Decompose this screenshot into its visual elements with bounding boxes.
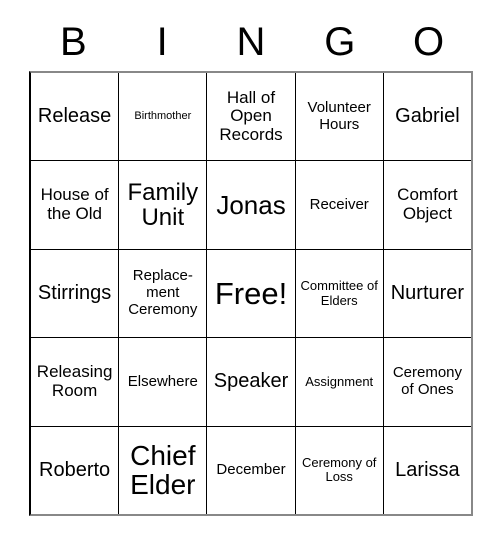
bingo-cell-label: December	[216, 460, 286, 478]
bingo-cell-label: Stirrings	[37, 281, 112, 304]
bingo-cell-label: Elsewhere	[127, 372, 198, 390]
bingo-cell-g2[interactable]: Receiver	[294, 161, 383, 249]
bingo-cell-b5[interactable]: Roberto	[31, 426, 119, 515]
bingo-cell-label: Volunteer Hours	[307, 98, 371, 133]
bingo-cell-o5[interactable]: Larissa	[382, 426, 472, 515]
bingo-cell-label: Speaker	[213, 370, 289, 393]
bingo-cell-label: Assignment	[305, 373, 374, 389]
bingo-card: B I N G O Release Birthmother Hall of Op…	[0, 0, 500, 544]
bingo-cell-label: Comfort Object	[397, 185, 458, 224]
bingo-cell-label: Family Unit	[127, 178, 199, 232]
bingo-row-2: House of the Old Family Unit Jonas Recei…	[31, 160, 472, 249]
bingo-cell-i3[interactable]: Replace-ment Ceremony	[118, 249, 207, 338]
header-letter-o: O	[413, 20, 445, 64]
bingo-cell-b2[interactable]: House of the Old	[31, 161, 119, 249]
bingo-cell-i2[interactable]: Family Unit	[118, 161, 207, 249]
bingo-row-5: Roberto Chief Elder December Ceremony of…	[31, 425, 472, 515]
header-letter-g: G	[324, 20, 356, 64]
bingo-header-row: B I N G O	[29, 14, 473, 70]
bingo-cell-free-space[interactable]: Free!	[206, 249, 295, 338]
bingo-cell-label: Releasing Room	[36, 362, 113, 400]
bingo-cell-label: Nurturer	[390, 281, 465, 304]
bingo-cell-label: Ceremony of Loss	[302, 455, 377, 485]
bingo-cell-label: Committee of Elders	[300, 278, 378, 308]
bingo-cell-o2[interactable]: Comfort Object	[382, 161, 472, 249]
bingo-row-3: Stirrings Replace-ment Ceremony Free! Co…	[31, 248, 472, 338]
bingo-cell-g1[interactable]: Volunteer Hours	[294, 73, 383, 161]
bingo-cell-label: Replace-ment Ceremony	[128, 267, 198, 318]
bingo-cell-o1[interactable]: Gabriel	[382, 73, 472, 161]
bingo-cell-n2[interactable]: Jonas	[206, 161, 295, 249]
bingo-cell-label: Birthmother	[134, 109, 192, 122]
bingo-cell-g5[interactable]: Ceremony of Loss	[294, 426, 383, 515]
header-letter-b: B	[60, 20, 87, 64]
bingo-cell-g4[interactable]: Assignment	[294, 338, 383, 426]
bingo-row-4: Releasing Room Elsewhere Speaker Assignm…	[31, 337, 472, 426]
header-letter-n: N	[236, 20, 266, 64]
free-space-label: Free!	[214, 275, 288, 311]
bingo-cell-g3[interactable]: Committee of Elders	[294, 249, 383, 338]
bingo-cell-label: Chief Elder	[130, 440, 196, 501]
bingo-grid: Release Birthmother Hall of Open Records…	[29, 71, 473, 516]
bingo-cell-label: Receiver	[309, 195, 369, 213]
bingo-cell-b1[interactable]: Release	[31, 73, 119, 161]
bingo-cell-n1[interactable]: Hall of Open Records	[206, 73, 295, 161]
bingo-cell-b4[interactable]: Releasing Room	[31, 338, 119, 426]
bingo-cell-label: Larissa	[395, 458, 460, 481]
bingo-cell-label: Ceremony of Ones	[392, 364, 463, 398]
bingo-cell-label: Roberto	[39, 458, 111, 481]
bingo-row-1: Release Birthmother Hall of Open Records…	[31, 73, 472, 161]
bingo-cell-i5[interactable]: Chief Elder	[118, 426, 207, 515]
bingo-cell-o4[interactable]: Ceremony of Ones	[382, 338, 472, 426]
bingo-cell-n4[interactable]: Speaker	[206, 338, 295, 426]
bingo-cell-o3[interactable]: Nurturer	[382, 249, 472, 338]
bingo-cell-i1[interactable]: Birthmother	[118, 73, 207, 161]
bingo-cell-n5[interactable]: December	[206, 426, 295, 515]
bingo-cell-label: Jonas	[216, 189, 286, 220]
bingo-cell-i4[interactable]: Elsewhere	[118, 338, 207, 426]
bingo-cell-label: Hall of Open Records	[219, 87, 283, 145]
header-letter-i: I	[156, 20, 168, 64]
bingo-cell-b3[interactable]: Stirrings	[31, 249, 119, 338]
bingo-cell-label: Release	[37, 104, 112, 127]
bingo-cell-label: House of the Old	[40, 185, 109, 224]
bingo-cell-label: Gabriel	[395, 104, 460, 127]
